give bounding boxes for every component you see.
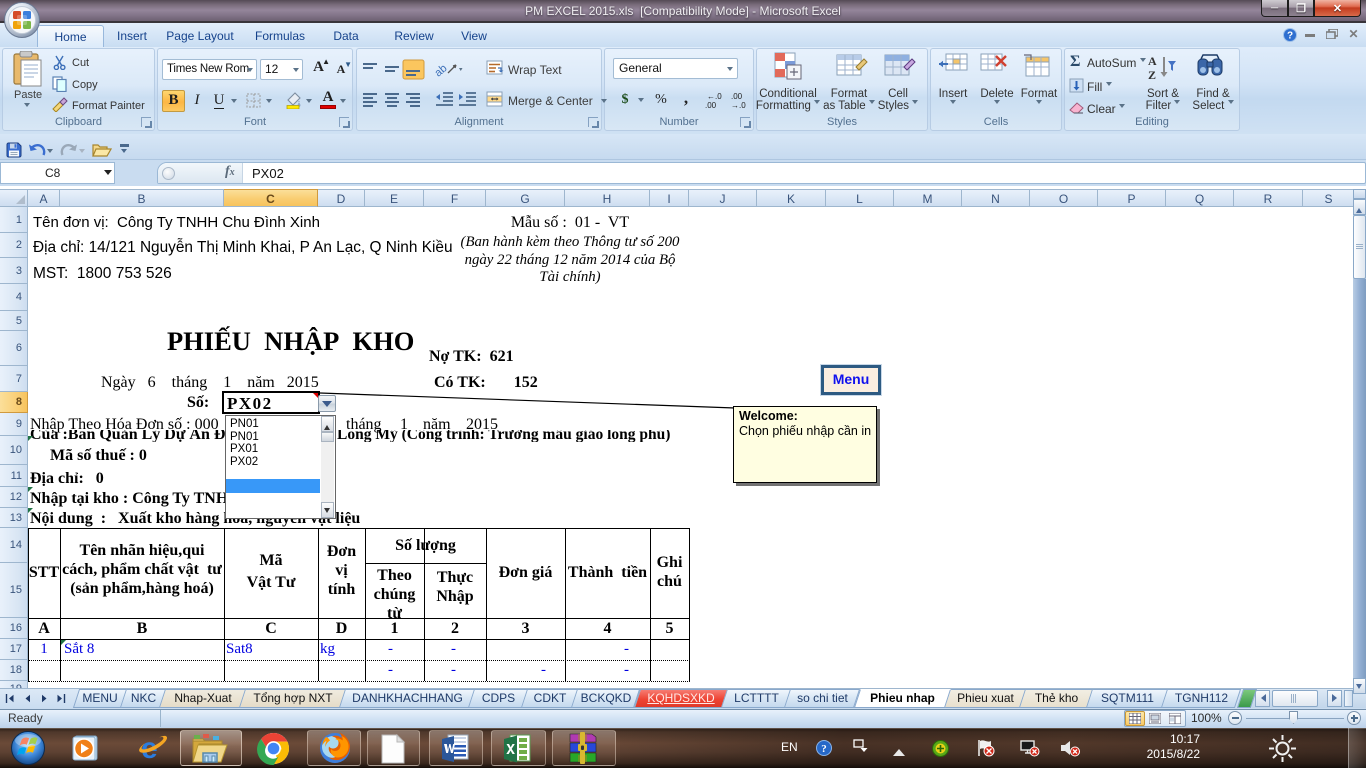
svg-text:?: ? [1287,31,1293,42]
svg-text:Z: Z [1148,68,1156,81]
svg-text:A: A [1148,54,1157,68]
svg-text:?: ? [821,743,827,755]
